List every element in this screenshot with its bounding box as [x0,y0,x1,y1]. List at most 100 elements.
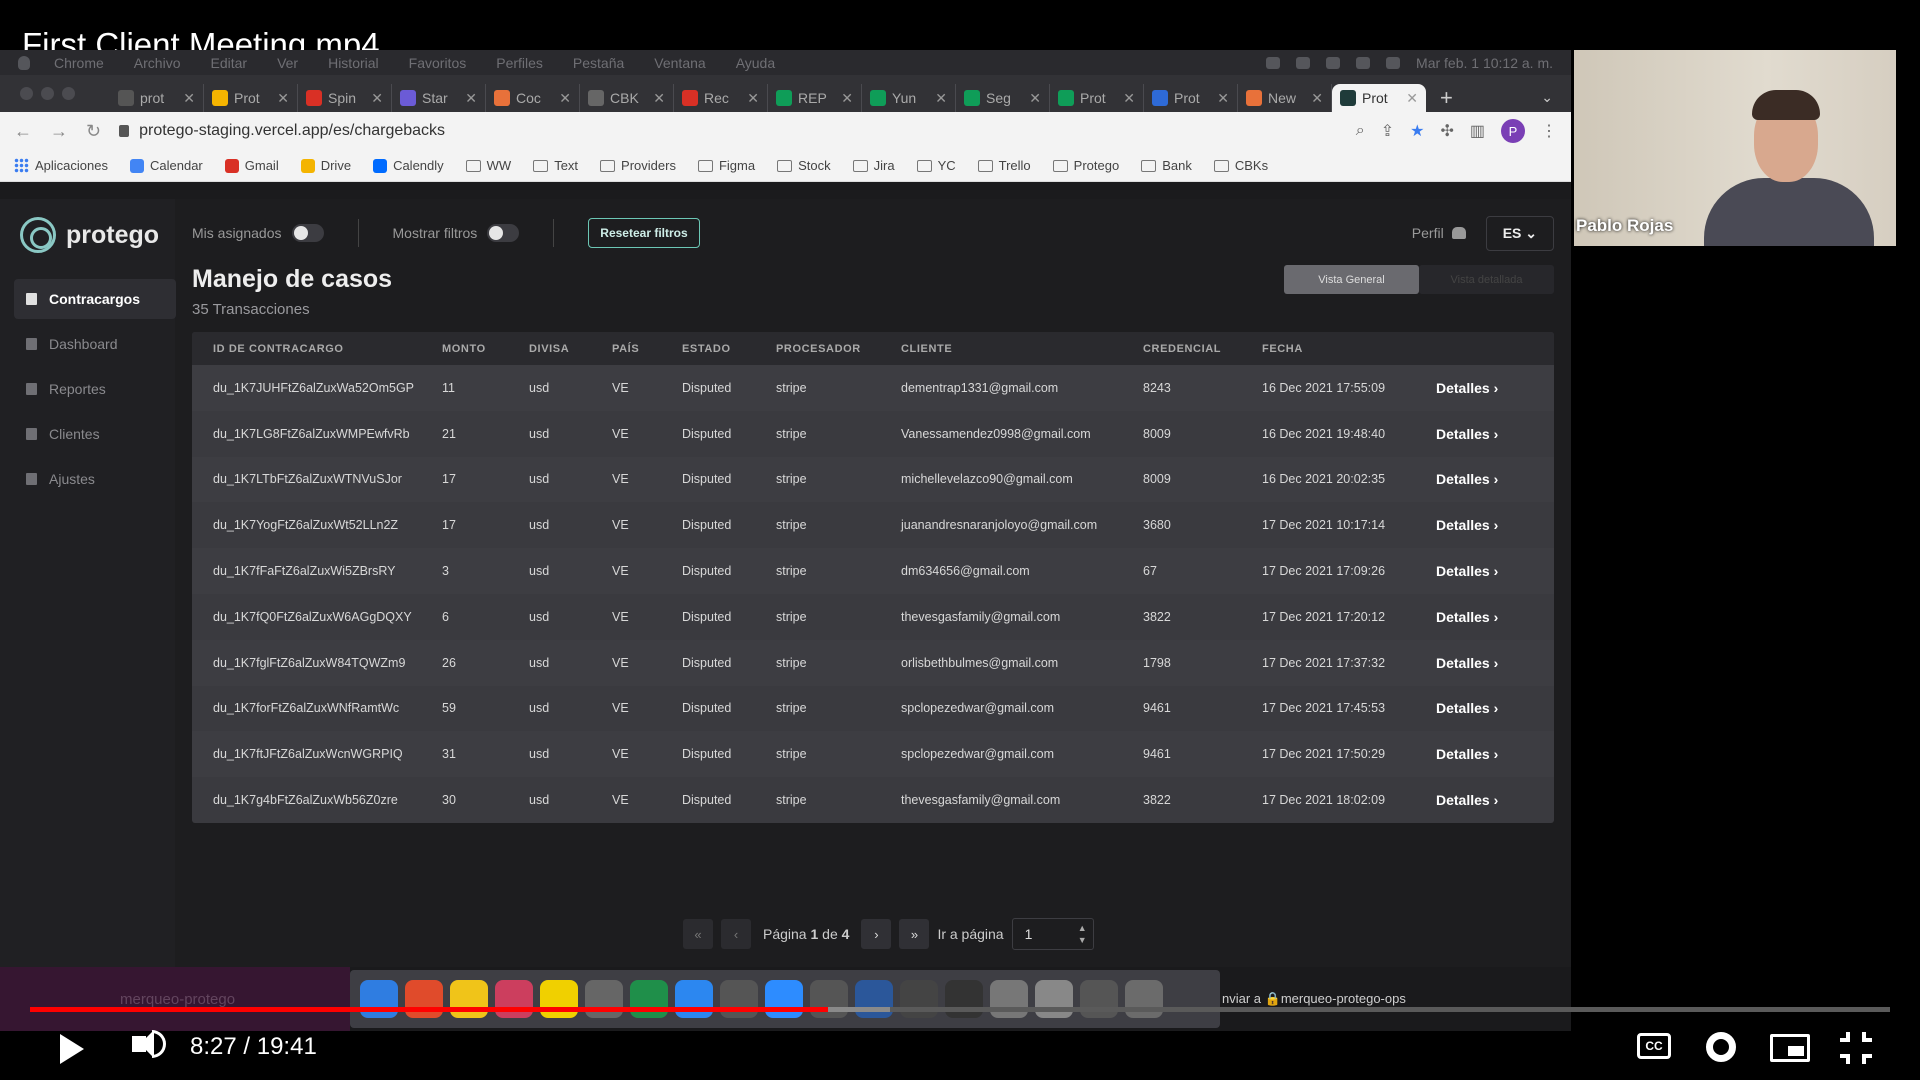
browser-tab[interactable]: Prot ✕ [204,84,298,112]
bookmark-item[interactable]: Providers [600,158,676,173]
dock-app-icon[interactable] [945,980,983,1018]
bookmark-item[interactable]: Calendly [373,158,444,173]
video-progress-bar[interactable] [30,1007,1890,1012]
browser-tab[interactable]: Seg ✕ [956,84,1050,112]
settings-gear-icon[interactable] [1706,1032,1736,1062]
bookmark-item[interactable]: Text [533,158,578,173]
bookmark-item[interactable]: Calendar [130,158,203,173]
details-link[interactable]: Detalles › [1436,517,1532,533]
column-header[interactable]: DIVISA [529,343,612,355]
bookmark-item[interactable]: Aplicaciones [14,158,108,173]
tab-vista-general[interactable]: Vista General [1284,265,1419,294]
bookmark-item[interactable]: YC [916,158,956,173]
details-link[interactable]: Detalles › [1436,609,1532,625]
menubar-item[interactable]: Ayuda [736,55,775,71]
browser-tab[interactable]: New ✕ [1238,84,1332,112]
bookmark-item[interactable]: WW [465,158,511,173]
url-field[interactable]: protego-staging.vercel.app/es/chargeback… [119,122,1338,140]
tab-vista-detallada[interactable]: Vista detallada [1419,265,1554,294]
menubar-item[interactable]: Chrome [54,55,104,71]
menubar-item[interactable]: Ventana [654,55,705,71]
browser-tab[interactable]: Prot ✕ [1144,84,1238,112]
first-page-button[interactable]: « [683,919,713,949]
details-link[interactable]: Detalles › [1436,746,1532,762]
dock-app-icon[interactable] [810,980,848,1018]
dock-app-icon[interactable] [765,980,803,1018]
close-tab-icon[interactable]: ✕ [747,90,759,107]
kebab-menu-icon[interactable]: ⋮ [1541,121,1557,141]
dock-app-icon[interactable] [855,980,893,1018]
forward-icon[interactable]: → [50,121,68,142]
bookmark-item[interactable]: Jira [852,158,895,173]
bookmark-item[interactable]: Stock [777,158,831,173]
play-icon[interactable] [60,1034,84,1064]
details-link[interactable]: Detalles › [1436,792,1532,808]
details-link[interactable]: Detalles › [1436,700,1532,716]
column-header[interactable]: CREDENCIAL [1143,343,1262,355]
browser-tab[interactable]: Prot ✕ [1050,84,1144,112]
close-tab-icon[interactable]: ✕ [935,90,947,107]
goto-page-input[interactable]: 1 ▲ ▼ [1011,918,1094,950]
dock-app-icon[interactable] [1035,980,1073,1018]
close-tab-icon[interactable]: ✕ [841,90,853,107]
dock-app-icon[interactable] [450,980,488,1018]
close-window-icon[interactable] [20,87,33,100]
browser-tab[interactable]: REP ✕ [768,84,862,112]
close-tab-icon[interactable]: ✕ [1217,90,1229,107]
close-tab-icon[interactable]: ✕ [653,90,665,107]
browser-tab[interactable]: CBK ✕ [580,84,674,112]
mis-asignados-toggle[interactable] [291,224,324,242]
details-link[interactable]: Detalles › [1436,563,1532,579]
menubar-item[interactable]: Archivo [134,55,181,71]
sidebar-item-reportes[interactable]: Reportes [0,369,175,409]
bookmark-item[interactable]: CBKs [1213,158,1268,173]
bookmark-item[interactable]: Bank [1141,158,1192,173]
column-header[interactable]: PAÍS [612,343,682,355]
tab-search-icon[interactable]: ⌄ [1541,89,1553,106]
sidebar-item-ajustes[interactable]: Ajustes [0,459,175,499]
bookmark-item[interactable]: Protego [1052,158,1119,173]
dock-app-icon[interactable] [585,980,623,1018]
close-tab-icon[interactable]: ✕ [183,90,195,107]
profile-avatar[interactable]: P [1501,119,1525,143]
browser-tab[interactable]: Spin ✕ [298,84,392,112]
browser-tab[interactable]: Yun ✕ [862,84,956,112]
browser-tab[interactable]: Rec ✕ [674,84,768,112]
dock-app-icon[interactable] [405,980,443,1018]
reset-filters-button[interactable]: Resetear filtros [588,218,700,248]
browser-tab[interactable]: Coc ✕ [486,84,580,112]
column-header[interactable]: PROCESADOR [776,343,901,355]
bookmark-item[interactable]: Figma [697,158,755,173]
details-link[interactable]: Detalles › [1436,380,1532,396]
sidebar-icon[interactable]: ▥ [1470,121,1485,141]
menubar-item[interactable]: Ver [277,55,298,71]
reload-icon[interactable]: ↻ [86,121,101,142]
dock-app-icon[interactable] [540,980,578,1018]
close-tab-icon[interactable]: ✕ [559,90,571,107]
prev-page-button[interactable]: ‹ [721,919,751,949]
bookmark-item[interactable]: Drive [300,158,351,173]
extensions-icon[interactable]: ✣ [1440,121,1453,141]
sidebar-item-contracargos[interactable]: Contracargos [14,279,176,319]
column-header[interactable]: MONTO [442,343,529,355]
dock-app-icon[interactable] [720,980,758,1018]
profile-link[interactable]: Perfil [1412,225,1466,241]
zoom-icon[interactable]: ⌕ [1356,122,1365,140]
sidebar-item-dashboard[interactable]: Dashboard [0,324,175,364]
next-page-button[interactable]: › [861,919,892,949]
column-header[interactable]: FECHA [1262,343,1436,355]
close-tab-icon[interactable]: ✕ [1123,90,1135,107]
browser-tab[interactable]: Star ✕ [392,84,486,112]
dock-app-icon[interactable] [495,980,533,1018]
close-tab-icon[interactable]: ✕ [465,90,477,107]
minimize-window-icon[interactable] [41,87,54,100]
close-tab-icon[interactable]: ✕ [277,90,289,107]
menubar-item[interactable]: Historial [328,55,379,71]
dock-app-icon[interactable] [630,980,668,1018]
details-link[interactable]: Detalles › [1436,471,1532,487]
close-tab-icon[interactable]: ✕ [371,90,383,107]
bookmark-star-icon[interactable]: ★ [1410,121,1424,141]
details-link[interactable]: Detalles › [1436,426,1532,442]
close-tab-icon[interactable]: ✕ [1406,90,1418,107]
column-header[interactable]: CLIENTE [901,343,1143,355]
